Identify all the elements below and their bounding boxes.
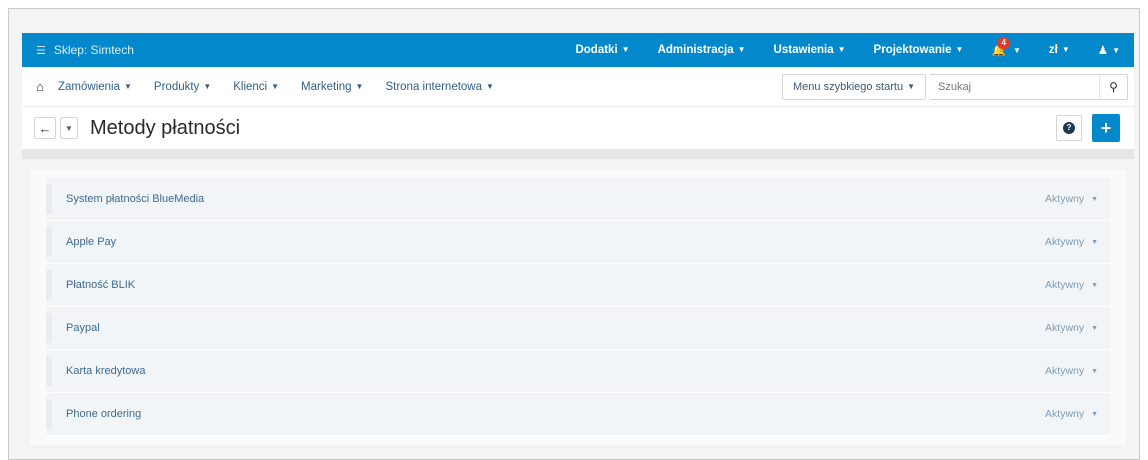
payment-method-name[interactable]: Apple Pay bbox=[66, 236, 116, 248]
payment-method-name[interactable]: System płatności BlueMedia bbox=[66, 193, 204, 205]
search-input[interactable] bbox=[930, 80, 1100, 93]
home-icon[interactable]: ⌂ bbox=[22, 79, 58, 94]
page-dropdown-button[interactable]: ▼ bbox=[60, 117, 78, 139]
search-box: ⚲ bbox=[930, 73, 1128, 100]
currency-selector[interactable]: zł ▼ bbox=[1035, 44, 1084, 56]
header-divider bbox=[22, 149, 1134, 159]
chevron-down-icon: ▼ bbox=[1091, 195, 1098, 203]
drag-handle[interactable] bbox=[46, 270, 52, 300]
chevron-down-icon: ▼ bbox=[737, 45, 746, 55]
list-item[interactable]: Paypal Aktywny ▼ bbox=[46, 307, 1110, 350]
chevron-down-icon: ▼ bbox=[621, 45, 630, 55]
topnav-administracja[interactable]: Administracja ▼ bbox=[644, 44, 760, 56]
status-dropdown[interactable]: Aktywny ▼ bbox=[1045, 236, 1098, 248]
chevron-down-icon: ▼ bbox=[124, 81, 132, 91]
top-navbar: ☰ Sklep: Simtech Dodatki ▼ Administracja ▼… bbox=[22, 33, 1134, 67]
user-menu[interactable]: ♟ ▼ bbox=[1084, 43, 1134, 57]
chevron-down-icon: ▼ bbox=[1061, 45, 1070, 55]
list-item[interactable]: Płatność BLIK Aktywny ▼ bbox=[46, 264, 1110, 307]
question-icon: ? bbox=[1063, 122, 1075, 134]
notification-badge: 4 bbox=[997, 37, 1010, 49]
menu-klienci[interactable]: Klienci ▼ bbox=[233, 81, 279, 93]
menu-produkty[interactable]: Produkty ▼ bbox=[154, 81, 211, 93]
chevron-down-icon: ▼ bbox=[271, 81, 280, 91]
add-payment-method-button[interactable]: + bbox=[1092, 114, 1120, 142]
menu-zamowienia[interactable]: Zamówienia ▼ bbox=[58, 81, 132, 93]
menu-strona-internetowa[interactable]: Strona internetowa ▼ bbox=[385, 81, 493, 93]
main-content: System płatności BlueMedia Aktywny ▼ App… bbox=[30, 170, 1126, 445]
payment-method-name[interactable]: Paypal bbox=[66, 322, 100, 334]
topnav-projektowanie[interactable]: Projektowanie ▼ bbox=[860, 44, 978, 56]
payment-methods-list: System płatności BlueMedia Aktywny ▼ App… bbox=[46, 178, 1110, 436]
status-dropdown[interactable]: Aktywny ▼ bbox=[1045, 193, 1098, 205]
page-title: Metody płatności bbox=[90, 116, 241, 139]
search-icon[interactable]: ⚲ bbox=[1099, 74, 1127, 99]
chevron-down-icon: ▼ bbox=[1112, 46, 1120, 56]
notifications-button[interactable]: 🔔 4 ▼ bbox=[977, 37, 1034, 57]
user-icon: ♟ bbox=[1097, 45, 1109, 57]
chevron-down-icon: ▼ bbox=[955, 45, 964, 55]
store-selector[interactable]: ☰ Sklep: Simtech bbox=[22, 43, 134, 57]
top-menu: Dodatki ▼ Administracja ▼ Ustawienia ▼ Proj… bbox=[561, 33, 1134, 67]
main-menu: ⌂ Zamówienia ▼ Produkty ▼ Klienci ▼ Marketi… bbox=[22, 67, 1134, 107]
payment-method-name[interactable]: Płatność BLIK bbox=[66, 279, 135, 291]
list-item[interactable]: System płatności BlueMedia Aktywny ▼ bbox=[46, 178, 1110, 221]
help-button[interactable]: ? bbox=[1056, 115, 1082, 141]
topnav-dodatki[interactable]: Dodatki ▼ bbox=[561, 44, 643, 56]
chevron-down-icon: ▼ bbox=[65, 123, 73, 133]
page-header: ← ▼ Metody płatności ? + bbox=[22, 107, 1134, 149]
store-label: Sklep: Simtech bbox=[53, 43, 134, 57]
arrow-left-icon: ← bbox=[38, 120, 52, 136]
store-icon: ☰ bbox=[36, 44, 46, 57]
chevron-down-icon: ▼ bbox=[837, 45, 846, 55]
list-item[interactable]: Karta kredytowa Aktywny ▼ bbox=[46, 350, 1110, 393]
chevron-down-icon: ▼ bbox=[907, 82, 915, 91]
chevron-down-icon: ▼ bbox=[486, 81, 494, 91]
drag-handle[interactable] bbox=[46, 313, 52, 343]
list-item[interactable]: Phone ordering Aktywny ▼ bbox=[46, 393, 1110, 436]
chevron-down-icon: ▼ bbox=[1091, 367, 1098, 375]
drag-handle[interactable] bbox=[46, 399, 52, 429]
chevron-down-icon: ▼ bbox=[1012, 46, 1021, 56]
chevron-down-icon: ▼ bbox=[1091, 281, 1098, 289]
quick-start-button[interactable]: Menu szybkiego startu ▼ bbox=[782, 73, 926, 100]
payment-method-name[interactable]: Karta kredytowa bbox=[66, 365, 145, 377]
status-dropdown[interactable]: Aktywny ▼ bbox=[1045, 408, 1098, 420]
status-dropdown[interactable]: Aktywny ▼ bbox=[1045, 365, 1098, 377]
plus-icon: + bbox=[1100, 117, 1112, 138]
chevron-down-icon: ▼ bbox=[355, 81, 364, 91]
topnav-ustawienia[interactable]: Ustawienia ▼ bbox=[760, 44, 860, 56]
chevron-down-icon: ▼ bbox=[1091, 410, 1098, 418]
drag-handle[interactable] bbox=[46, 227, 52, 257]
payment-method-name[interactable]: Phone ordering bbox=[66, 408, 141, 420]
drag-handle[interactable] bbox=[46, 356, 52, 386]
status-dropdown[interactable]: Aktywny ▼ bbox=[1045, 322, 1098, 334]
status-dropdown[interactable]: Aktywny ▼ bbox=[1045, 279, 1098, 291]
list-item[interactable]: Apple Pay Aktywny ▼ bbox=[46, 221, 1110, 264]
chevron-down-icon: ▼ bbox=[1091, 238, 1098, 246]
drag-handle[interactable] bbox=[46, 184, 52, 214]
back-button[interactable]: ← bbox=[34, 117, 56, 139]
menu-marketing[interactable]: Marketing ▼ bbox=[301, 81, 363, 93]
chevron-down-icon: ▼ bbox=[1091, 324, 1098, 332]
chevron-down-icon: ▼ bbox=[203, 81, 212, 91]
